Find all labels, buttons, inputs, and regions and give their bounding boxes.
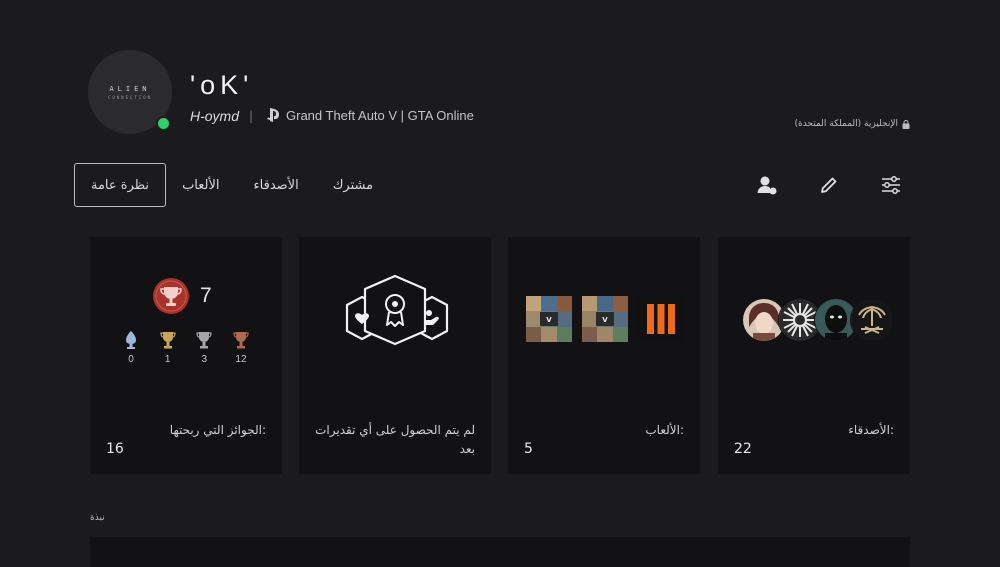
edit-profile-button[interactable] [814, 170, 844, 200]
profile-separator: | [249, 109, 254, 123]
trophy-counts: 0 1 3 12 [106, 330, 266, 365]
silver-trophies: 3 [189, 330, 219, 365]
trophies-total: 16 [106, 441, 124, 457]
playstation-icon [267, 108, 279, 122]
profile-nav: نظرة عامة الألعاب الأصدقاء مشترك [74, 163, 389, 207]
games-count: 5 [524, 441, 533, 457]
trophy-level-number: 7 [200, 284, 212, 307]
language-label: الإنجليزية (المملكة المتحدة) [794, 119, 898, 129]
platinum-trophies: 0 [116, 330, 146, 365]
now-playing-text: Grand Theft Auto V | GTA Online [286, 107, 474, 123]
profile-username: 'oK' [190, 70, 254, 100]
svg-text:V: V [546, 316, 552, 324]
awards-card[interactable]: لم يتم الحصول على أي تقديرات بعد [299, 237, 491, 474]
black-ops-cover-icon [638, 296, 684, 342]
svg-text:V: V [602, 316, 608, 324]
edit-icon [821, 177, 837, 193]
trophy-level-badge-icon [153, 278, 189, 314]
game-thumbnails: V V [526, 296, 684, 342]
avatar-text: ALIEN [109, 84, 151, 93]
silver-trophy-icon [196, 332, 212, 349]
friend-avatar-4 [850, 298, 894, 342]
friends-label: الأصدقاء: [848, 423, 894, 437]
gta-v-cover-icon: V [526, 296, 572, 342]
gold-count: 1 [164, 354, 171, 365]
tab-friends[interactable]: الأصدقاء [236, 164, 315, 206]
awards-emblem-icon [345, 275, 449, 346]
trophies-label: الجوائز التي ربحتها: [169, 423, 266, 437]
add-friend-button[interactable] [752, 170, 782, 200]
about-panel [90, 537, 910, 567]
trophies-card[interactable]: 7 0 1 3 12 الجوائز التي ربحتها: 16 [90, 237, 282, 474]
gold-trophies: 1 [153, 330, 183, 365]
tab-shared[interactable]: مشترك [315, 164, 389, 206]
awards-label: لم يتم الحصول على أي تقديرات بعد [315, 423, 475, 456]
add-friend-icon [757, 176, 777, 195]
gta-online-cover-icon: V [582, 296, 628, 342]
about-section-label: نبذة [90, 513, 105, 523]
now-playing: Grand Theft Auto V | GTA Online [266, 107, 474, 123]
platinum-trophy-icon [126, 331, 136, 349]
games-label: الألعاب: [645, 423, 684, 437]
friend-avatars [742, 298, 894, 342]
tab-overview[interactable]: نظرة عامة [74, 163, 167, 207]
options-button[interactable] [876, 170, 906, 200]
bronze-trophies: 12 [226, 330, 256, 365]
bronze-count: 12 [235, 354, 247, 365]
trophy-level: 7 [152, 277, 212, 315]
platinum-count: 0 [128, 354, 134, 365]
tab-games[interactable]: الألعاب [166, 164, 235, 206]
online-status-dot [156, 116, 171, 131]
friends-card[interactable]: الأصدقاء: 22 [718, 237, 910, 474]
lock-icon [902, 119, 910, 129]
silver-count: 3 [201, 354, 208, 365]
sliders-icon [882, 176, 900, 194]
gold-trophy-icon [160, 332, 176, 349]
avatar-subtext: CONNECTION [107, 94, 153, 100]
friends-count: 22 [734, 441, 752, 457]
profile-online-id: H-oymd [190, 108, 240, 124]
games-card[interactable]: V V الألعاب: 5 [508, 237, 700, 474]
bronze-trophy-icon [233, 332, 249, 349]
language-indicator: الإنجليزية (المملكة المتحدة) [794, 119, 910, 129]
